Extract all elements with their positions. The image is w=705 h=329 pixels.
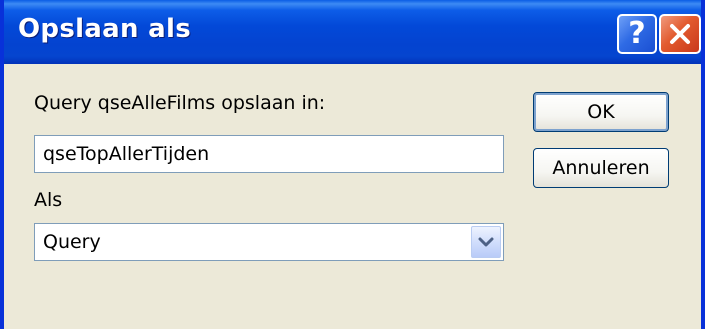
object-type-select[interactable]: Query	[34, 223, 504, 261]
as-label: Als	[34, 189, 63, 211]
cancel-button[interactable]: Annuleren	[533, 148, 669, 188]
close-button[interactable]	[659, 14, 701, 54]
ok-button[interactable]: OK	[533, 92, 669, 132]
dialog-title: Opslaan als	[18, 14, 191, 44]
question-mark-icon: ?	[628, 16, 646, 51]
save-in-label: Query qseAlleFilms opslaan in:	[34, 92, 326, 114]
dropdown-arrow-button[interactable]	[471, 226, 501, 258]
title-bar[interactable]: Opslaan als ?	[4, 0, 701, 64]
help-button[interactable]: ?	[617, 14, 657, 54]
save-as-dialog: Opslaan als ? Query qseAlleFilms opslaan…	[0, 0, 705, 329]
object-type-value: Query	[43, 231, 101, 253]
query-name-input[interactable]: qseTopAllerTijden	[34, 135, 504, 173]
chevron-down-icon	[478, 237, 494, 247]
close-x-icon	[670, 24, 690, 44]
